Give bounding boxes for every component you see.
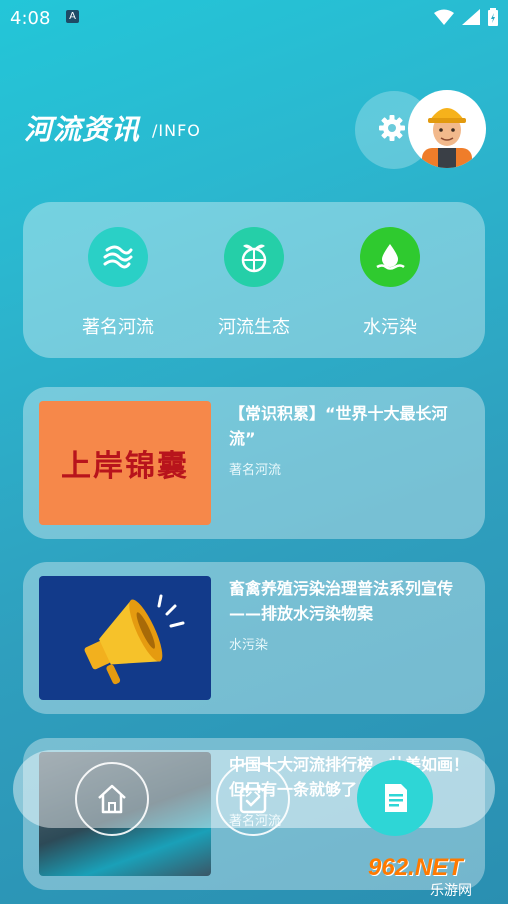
news-item[interactable]: 畜禽养殖污染治理普法系列宣传——排放水污染物案 水污染 <box>23 562 485 714</box>
document-icon <box>385 784 407 812</box>
nav-calendar-button[interactable] <box>216 762 290 836</box>
news-tag: 水污染 <box>229 638 269 653</box>
river-waves-icon <box>88 227 148 287</box>
worker-avatar-icon <box>422 108 472 168</box>
category-card: 著名河流 河流生态 水污染 <box>23 202 485 358</box>
status-time: 4:08 <box>10 8 51 29</box>
news-item[interactable]: 上岸锦囊 【常识积累】“世界十大最长河流” 著名河流 <box>23 387 485 539</box>
watermark-logo: 962.NET <box>368 854 463 881</box>
nav-home-button[interactable] <box>75 762 149 836</box>
category-famous-rivers[interactable]: 著名河流 <box>63 227 173 339</box>
news-thumbnail: 上岸锦囊 <box>39 401 211 525</box>
nav-news-button[interactable] <box>357 760 433 836</box>
page-title: 河流资讯 <box>24 113 141 146</box>
category-water-pollution[interactable]: 水污染 <box>335 227 445 339</box>
status-bar: 4:08 A <box>0 0 508 36</box>
calendar-check-icon <box>239 784 267 814</box>
notification-icon: A <box>66 10 79 23</box>
wifi-icon <box>434 9 454 25</box>
news-title: 畜禽养殖污染治理普法系列宣传——排放水污染物案 <box>229 579 454 623</box>
news-tag: 著名河流 <box>229 463 282 478</box>
category-label: 水污染 <box>363 317 417 338</box>
signal-icon <box>462 9 480 25</box>
category-river-ecology[interactable]: 河流生态 <box>199 227 309 339</box>
watermark: 962.NET 乐游网 <box>368 854 500 900</box>
gear-icon[interactable] <box>377 113 407 143</box>
category-label: 著名河流 <box>82 317 154 338</box>
status-icons <box>434 8 498 26</box>
watermark-name: 乐游网 <box>430 883 472 899</box>
battery-icon <box>488 8 498 26</box>
category-label: 河流生态 <box>218 317 290 338</box>
megaphone-icon <box>84 594 185 685</box>
home-icon <box>98 784 126 814</box>
news-thumbnail <box>39 576 211 700</box>
news-title: 【常识积累】“世界十大最长河流” <box>229 404 448 448</box>
water-drop-icon <box>360 227 420 287</box>
news-thumbnail-text: 上岸锦囊 <box>61 449 189 484</box>
page-subtitle: /INFO <box>152 121 201 140</box>
avatar[interactable] <box>408 90 486 168</box>
globe-leaf-icon <box>224 227 284 287</box>
